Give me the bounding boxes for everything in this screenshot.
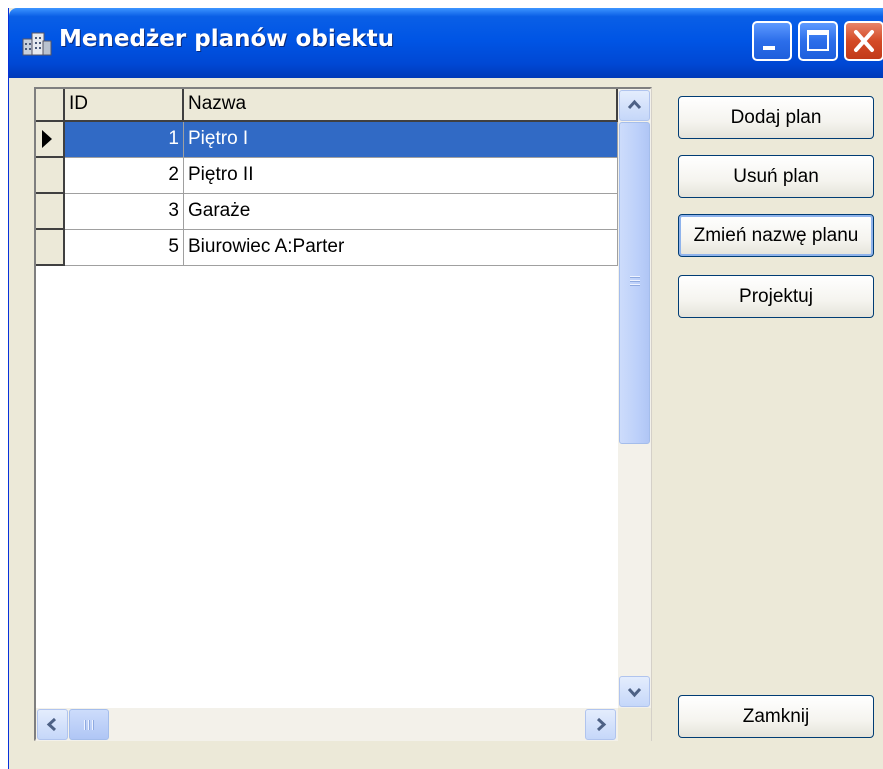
column-header-id[interactable]: ID — [65, 89, 184, 122]
minimize-button[interactable] — [752, 21, 792, 61]
scroll-up-button[interactable] — [619, 90, 650, 121]
delete-plan-button[interactable]: Usuń plan — [678, 155, 874, 198]
plan-manager-window: Menedżer planów obiektu ID Nazwa 1 Piętr… — [8, 8, 883, 769]
chevron-left-icon — [46, 717, 57, 732]
maximize-button[interactable] — [798, 21, 838, 61]
scroll-down-button[interactable] — [619, 676, 650, 707]
chevron-down-icon — [627, 687, 642, 698]
current-row-arrow-icon — [42, 130, 52, 148]
app-icon — [21, 29, 53, 57]
close-icon — [854, 30, 874, 52]
cell-id[interactable]: 2 — [65, 158, 184, 194]
cell-id[interactable]: 5 — [65, 230, 184, 266]
scroll-right-button[interactable] — [585, 709, 616, 740]
row-indicator[interactable] — [36, 194, 65, 230]
cell-name[interactable]: Garaże — [184, 194, 618, 230]
vertical-scrollbar[interactable] — [618, 89, 651, 708]
column-header-name[interactable]: Nazwa — [184, 89, 618, 122]
horizontal-scroll-thumb[interactable] — [69, 709, 109, 740]
chevron-up-icon — [627, 99, 642, 110]
rename-plan-button[interactable]: Zmień nazwę planu — [678, 214, 874, 257]
row-indicator-header — [36, 89, 65, 122]
cell-id[interactable]: 1 — [65, 122, 184, 158]
plans-grid[interactable]: ID Nazwa 1 Piętro I 2 Piętro II 3 Garaże… — [34, 87, 652, 741]
scroll-left-button[interactable] — [37, 709, 68, 740]
horizontal-scrollbar[interactable] — [36, 708, 618, 741]
close-button[interactable]: Zamknij — [678, 695, 874, 738]
table-row[interactable]: 3 Garaże — [36, 194, 618, 230]
close-window-button[interactable] — [844, 21, 883, 61]
cell-id[interactable]: 3 — [65, 194, 184, 230]
table-row[interactable]: 5 Biurowiec A:Parter — [36, 230, 618, 266]
vertical-scroll-thumb[interactable] — [619, 122, 650, 444]
add-plan-button[interactable]: Dodaj plan — [678, 96, 874, 139]
grip-icon — [84, 720, 94, 730]
chevron-right-icon — [596, 717, 607, 732]
design-button[interactable]: Projektuj — [678, 275, 874, 318]
row-indicator[interactable] — [36, 230, 65, 266]
row-indicator[interactable] — [36, 158, 65, 194]
table-row[interactable]: 1 Piętro I — [36, 122, 618, 158]
cell-name[interactable]: Piętro I — [184, 122, 618, 158]
row-indicator[interactable] — [36, 122, 65, 158]
cell-name[interactable]: Piętro II — [184, 158, 618, 194]
maximize-icon — [807, 30, 829, 51]
grip-icon — [630, 276, 640, 286]
title-bar[interactable]: Menedżer planów obiektu — [9, 8, 883, 78]
window-title: Menedżer planów obiektu — [59, 26, 394, 52]
table-row[interactable]: 2 Piętro II — [36, 158, 618, 194]
cell-name[interactable]: Biurowiec A:Parter — [184, 230, 618, 266]
minimize-icon — [763, 46, 775, 50]
scrollbar-corner — [618, 708, 651, 741]
